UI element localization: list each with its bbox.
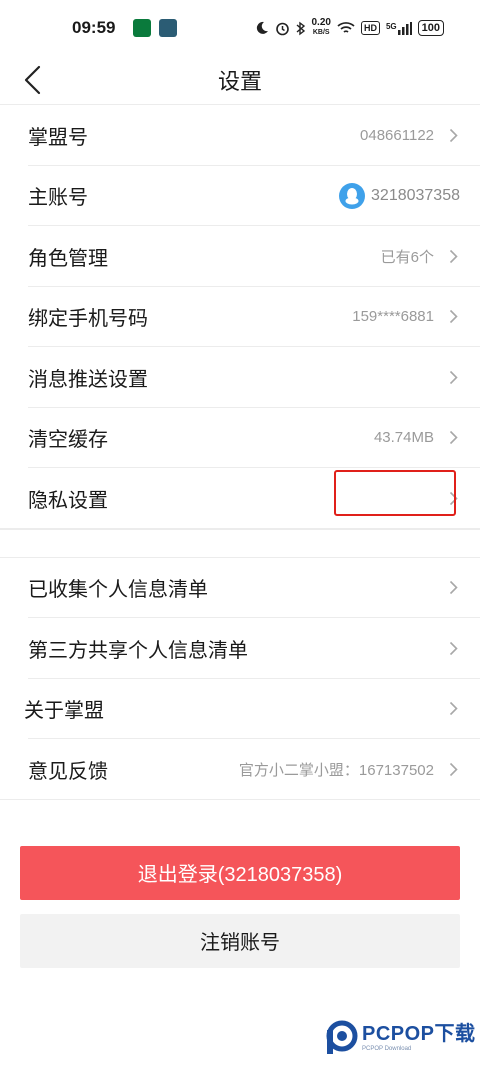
setting-value: 048661122 (360, 126, 434, 144)
status-right: 0.20 KB/S HD 5G 100 (255, 18, 444, 38)
group-divider (0, 528, 480, 557)
chevron-right-icon (446, 246, 460, 266)
setting-value: 已有6个 (380, 248, 434, 266)
speed-value: 0.20 (311, 17, 331, 28)
chevron-right-icon (446, 638, 460, 658)
setting-value: 官方小二掌小盟：167137502 (238, 761, 434, 779)
setting-label: 关于掌盟 (24, 700, 104, 723)
status-time: 09:59 (72, 18, 116, 37)
account-actions: 退出登录(3218037358) 注销账号 (0, 800, 480, 968)
chevron-right-icon (446, 307, 460, 327)
hd-badge: HD (360, 21, 380, 35)
settings-group-account: 掌盟号 048661122 主账号 3218037358 角色管理 已有6个 绑… (0, 104, 480, 529)
setting-value: 159****6881 (352, 308, 434, 326)
setting-row-bind-phone[interactable]: 绑定手机号码 159****6881 (0, 287, 480, 348)
watermark-text: PCPOP下载 PCPOP Download (362, 1024, 476, 1052)
chevron-right-icon (446, 759, 460, 779)
chevron-left-icon (24, 65, 41, 95)
chevron-right-icon (446, 125, 460, 145)
watermark-sub: PCPOP Download (362, 1046, 412, 1052)
speed-unit: KB/S (312, 29, 330, 36)
chevron-right-icon (446, 578, 460, 598)
setting-row-collected-info[interactable]: 已收集个人信息清单 (0, 558, 480, 619)
setting-row-feedback[interactable]: 意见反馈 官方小二掌小盟：167137502 (0, 739, 480, 800)
battery-indicator: 100 (417, 20, 444, 36)
setting-label: 消息推送设置 (28, 368, 148, 391)
network-speed: 0.20 KB/S (312, 18, 331, 38)
settings-group-info: 已收集个人信息清单 第三方共享个人信息清单 关于掌盟 意见反馈 官方小二掌小盟：… (0, 556, 480, 800)
chevron-right-icon (446, 488, 460, 508)
status-app-icons (133, 19, 178, 37)
app-notification-icon (159, 19, 178, 37)
page-title: 设置 (217, 69, 262, 94)
back-button[interactable] (14, 60, 50, 100)
chevron-right-icon (446, 367, 460, 387)
setting-row-role-management[interactable]: 角色管理 已有6个 (0, 226, 480, 287)
status-bar: 09:59 0.20 KB/S HD 5G 100 (0, 0, 480, 56)
setting-value: 3218037358 (371, 186, 460, 204)
chevron-right-icon (446, 428, 460, 448)
cancel-account-button[interactable]: 注销账号 (20, 913, 460, 968)
setting-label: 已收集个人信息清单 (28, 579, 208, 602)
qq-penguin-icon (339, 182, 366, 209)
setting-row-third-party-info[interactable]: 第三方共享个人信息清单 (0, 618, 480, 679)
setting-row-clear-cache[interactable]: 清空缓存 43.74MB (0, 408, 480, 469)
setting-label: 第三方共享个人信息清单 (28, 639, 248, 662)
setting-label: 清空缓存 (28, 429, 108, 452)
setting-row-about[interactable]: 关于掌盟 (0, 679, 480, 740)
setting-row-league-id[interactable]: 掌盟号 048661122 (0, 105, 480, 166)
alarm-icon (275, 22, 289, 35)
setting-label: 隐私设置 (28, 489, 108, 512)
setting-label: 绑定手机号码 (28, 308, 148, 331)
setting-row-push-notifications[interactable]: 消息推送设置 (0, 347, 480, 408)
watermark: PCPOP下载 PCPOP Download (324, 1020, 476, 1056)
app-notification-icon (133, 19, 152, 37)
setting-row-main-account[interactable]: 主账号 3218037358 (0, 166, 480, 227)
nav-bar: 设置 (0, 56, 480, 104)
bluetooth-icon (296, 21, 305, 35)
logout-button[interactable]: 退出登录(3218037358) (20, 845, 460, 900)
wifi-icon (337, 22, 355, 33)
chevron-right-icon (446, 699, 460, 719)
signal-icon (397, 21, 412, 35)
setting-row-privacy[interactable]: 隐私设置 (0, 468, 480, 529)
moon-icon (256, 21, 268, 34)
pcpop-logo-icon (326, 1020, 358, 1054)
signal-5g: 5G (385, 21, 412, 35)
network-type: 5G (385, 21, 397, 31)
watermark-main: PCPOP下载 (362, 1023, 476, 1045)
setting-label: 掌盟号 (28, 126, 88, 149)
setting-label: 角色管理 (28, 247, 108, 270)
setting-label: 意见反馈 (28, 760, 108, 783)
setting-label: 主账号 (28, 187, 88, 210)
setting-value: 43.74MB (373, 429, 434, 447)
